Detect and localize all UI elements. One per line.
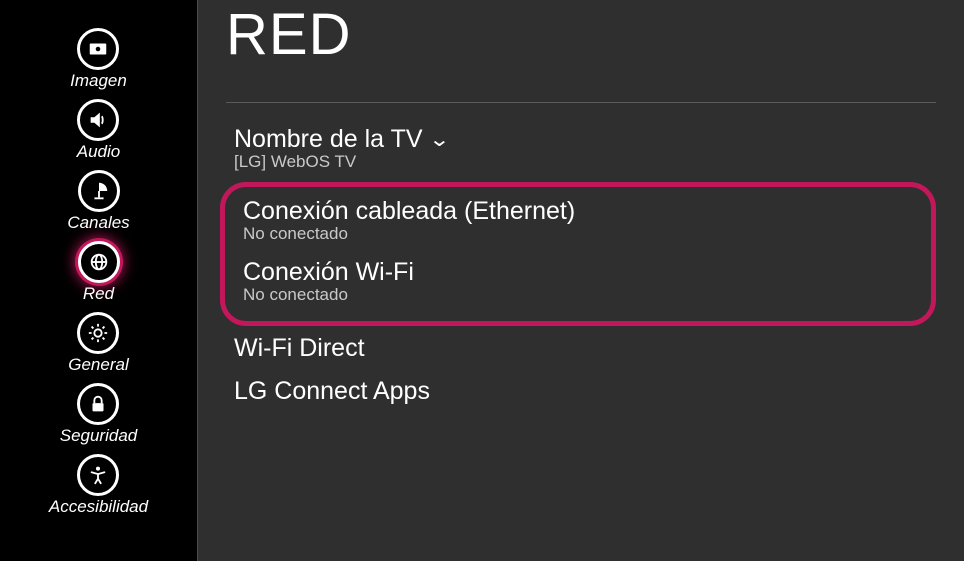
sidebar-item-label: Accesibilidad	[49, 497, 148, 517]
sidebar-item-label: General	[68, 355, 128, 375]
sidebar-item-seguridad[interactable]: Seguridad	[60, 381, 138, 450]
satellite-icon	[78, 170, 120, 212]
image-icon	[77, 28, 119, 70]
globe-icon	[78, 241, 120, 283]
sidebar-item-red[interactable]: Red	[78, 239, 120, 308]
sidebar-item-audio[interactable]: Audio	[77, 97, 120, 166]
setting-title-text: Nombre de la TV	[234, 125, 423, 154]
settings-sidebar: Imagen Audio Canales Red General Segurid…	[0, 0, 197, 561]
lock-icon	[77, 383, 119, 425]
sidebar-item-label: Audio	[77, 142, 120, 162]
setting-title: Nombre de la TV ⌄	[234, 125, 928, 154]
sidebar-item-label: Red	[83, 284, 114, 304]
setting-sub: [LG] WebOS TV	[234, 152, 928, 172]
setting-sub: No conectado	[243, 285, 913, 305]
chevron-down-icon: ⌄	[428, 130, 450, 150]
highlight-annotation: Conexión cableada (Ethernet) No conectad…	[220, 182, 936, 326]
sidebar-item-accesibilidad[interactable]: Accesibilidad	[49, 452, 148, 521]
settings-list: Nombre de la TV ⌄ [LG] WebOS TV Conexión…	[198, 119, 964, 414]
sidebar-item-label: Canales	[67, 213, 129, 233]
setting-title: Conexión cableada (Ethernet)	[243, 197, 913, 226]
setting-sub: No conectado	[243, 224, 913, 244]
setting-lg-connect-apps[interactable]: LG Connect Apps	[226, 371, 936, 414]
section-divider	[226, 102, 936, 103]
setting-title: Conexión Wi-Fi	[243, 258, 913, 287]
speaker-icon	[77, 99, 119, 141]
setting-wifi-direct[interactable]: Wi-Fi Direct	[226, 328, 936, 371]
gear-icon	[77, 312, 119, 354]
setting-tv-name[interactable]: Nombre de la TV ⌄ [LG] WebOS TV	[226, 119, 936, 180]
sidebar-item-label: Seguridad	[60, 426, 138, 446]
setting-title: Wi-Fi Direct	[234, 334, 928, 363]
setting-title: LG Connect Apps	[234, 377, 928, 406]
setting-wifi[interactable]: Conexión Wi-Fi No conectado	[235, 252, 921, 313]
sidebar-item-imagen[interactable]: Imagen	[70, 26, 127, 95]
accessibility-icon	[77, 454, 119, 496]
settings-panel: RED Nombre de la TV ⌄ [LG] WebOS TV Cone…	[197, 0, 964, 561]
sidebar-item-canales[interactable]: Canales	[67, 168, 129, 237]
sidebar-item-general[interactable]: General	[68, 310, 128, 379]
page-title: RED	[198, 6, 964, 76]
setting-ethernet[interactable]: Conexión cableada (Ethernet) No conectad…	[235, 191, 921, 252]
sidebar-item-label: Imagen	[70, 71, 127, 91]
